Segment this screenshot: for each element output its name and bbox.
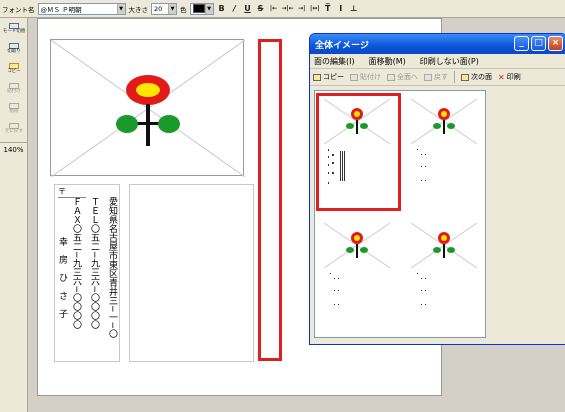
message-panel[interactable]: [129, 184, 254, 362]
ov-all-button[interactable]: 全面へ: [387, 72, 418, 82]
valign-top-button[interactable]: T̅: [323, 3, 333, 15]
thumbnail-face-3[interactable]: [318, 218, 398, 328]
undo-button[interactable]: 元に戻す: [1, 119, 27, 138]
valign-middle-button[interactable]: I: [336, 3, 346, 15]
mode-switch-label: モード切替: [2, 28, 26, 34]
highlight-box-address-area: [258, 39, 282, 361]
maximize-button[interactable]: □: [531, 36, 546, 51]
menu-move-face[interactable]: 面移動(M): [369, 56, 406, 67]
print-icon: ✕: [498, 72, 505, 82]
delete-label: 削除: [9, 108, 19, 114]
cut-icon: [9, 42, 19, 49]
menu-no-print-face[interactable]: 印刷しない面(P): [420, 56, 479, 67]
color-select[interactable]: ▼: [189, 2, 214, 15]
all-faces-icon: [387, 73, 395, 81]
stamp-placeholder: [51, 40, 245, 177]
overview-window[interactable]: 全体イメージ _ □ × 面の編集(I) 面移動(M) 印刷しない面(P) コピ…: [309, 33, 565, 345]
ov-all-label: 全面へ: [397, 73, 418, 81]
copy-label: コピー: [7, 68, 21, 74]
sender-address: 愛知県名古屋市東区青井三−一−〇: [107, 197, 117, 339]
next-face-icon: [461, 73, 469, 81]
size-select[interactable]: 20 ▼: [151, 2, 177, 15]
zoom-level[interactable]: 140%: [0, 142, 27, 154]
overview-titlebar[interactable]: 全体イメージ _ □ ×: [310, 34, 565, 54]
font-label: フォント名: [2, 5, 35, 14]
cut-button[interactable]: 切取り: [1, 39, 27, 58]
ov-copy-button[interactable]: コピー: [313, 72, 344, 82]
sender-fax: ＦＡＸ〇五二−九三六−〇〇〇〇: [71, 197, 81, 330]
paste-label: 貼付け: [7, 88, 21, 94]
font-value: @ＭＳ Ｐ明朝: [40, 5, 82, 14]
chevron-down-icon[interactable]: ▼: [116, 3, 125, 14]
bold-button[interactable]: B: [217, 3, 227, 15]
ov-copy-label: コピー: [323, 73, 344, 81]
ov-print-button[interactable]: ✕ 印刷: [498, 72, 521, 82]
delete-button[interactable]: 削除: [1, 99, 27, 118]
ov-next-button[interactable]: 次の面: [461, 72, 492, 82]
overview-menubar: 面の編集(I) 面移動(M) 印刷しない面(P): [310, 54, 565, 69]
minimize-button[interactable]: _: [514, 36, 529, 51]
align-justify-button[interactable]: |↔|: [310, 3, 320, 15]
stamp-frame[interactable]: [50, 39, 245, 177]
ov-paste-label: 貼付け: [360, 73, 381, 81]
ov-back-button[interactable]: 戻す: [424, 72, 448, 82]
font-select[interactable]: @ＭＳ Ｐ明朝 ▼: [37, 2, 126, 15]
menu-edit-face[interactable]: 面の編集(I): [314, 56, 355, 67]
thumbnail-face-2[interactable]: [405, 94, 485, 204]
align-left-button[interactable]: |←: [269, 3, 279, 15]
undo-label: 元に戻す: [5, 128, 23, 134]
chevron-down-icon[interactable]: ▼: [168, 3, 176, 14]
flower-icon: [116, 75, 180, 146]
sender-address-panel[interactable]: 〒 愛知県名古屋市東区青井三−一−〇 ＴＥＬ〇五二−九三六−〇〇〇〇 ＦＡＸ〇五…: [54, 184, 120, 362]
ov-paste-button[interactable]: 貼付け: [350, 72, 381, 82]
strike-button[interactable]: S: [256, 3, 266, 15]
overview-thumbnails: [314, 90, 486, 338]
paste-icon: [9, 82, 19, 89]
size-value: 20: [154, 4, 163, 13]
left-command-panel: モード切替 切取り コピー 貼付け 削除 元に戻す 140%: [0, 18, 28, 412]
ov-print-label: 印刷: [506, 73, 521, 81]
formatting-toolbar: フォント名 @ＭＳ Ｐ明朝 ▼ 大きさ 20 ▼ 色 ▼ B / U S |← …: [0, 0, 565, 18]
cut-label: 切取り: [7, 48, 21, 54]
color-swatch: [192, 4, 205, 13]
sender-tel: ＴＥＬ〇五二−九三六−〇〇〇〇: [89, 197, 99, 330]
overview-toolbar: コピー 貼付け 全面へ 戻す 次の面 ✕ 印刷: [310, 69, 565, 86]
chevron-down-icon[interactable]: ▼: [204, 3, 213, 14]
copy-icon: [313, 73, 321, 81]
sender-name: 幸 房 ひ さ 子: [57, 237, 67, 318]
valign-bottom-button[interactable]: ⊥: [349, 3, 359, 15]
align-center-button[interactable]: →|←: [282, 3, 294, 15]
size-label: 大きさ: [128, 5, 149, 14]
ov-back-label: 戻す: [434, 73, 448, 81]
thumbnail-face-4[interactable]: [405, 218, 485, 328]
copy-button[interactable]: コピー: [1, 59, 27, 78]
italic-button[interactable]: /: [230, 3, 240, 15]
delete-icon: [9, 102, 19, 109]
color-label: 色: [180, 5, 187, 14]
close-button[interactable]: ×: [548, 36, 563, 51]
overview-title: 全体イメージ: [315, 40, 369, 51]
copy-icon: [9, 62, 19, 69]
align-right-button[interactable]: →|: [297, 3, 307, 15]
underline-button[interactable]: U: [243, 3, 253, 15]
mode-switch-icon: [9, 22, 19, 29]
paste-icon: [350, 73, 358, 81]
undo-icon: [9, 122, 19, 129]
toolbar-separator: [454, 71, 455, 83]
ov-next-label: 次の面: [471, 73, 492, 81]
overview-empty-area: [486, 90, 558, 338]
paste-button[interactable]: 貼付け: [1, 79, 27, 98]
mode-switch-button[interactable]: モード切替: [1, 19, 27, 38]
back-icon: [424, 73, 432, 81]
thumbnail-selected-highlight: [316, 93, 401, 211]
